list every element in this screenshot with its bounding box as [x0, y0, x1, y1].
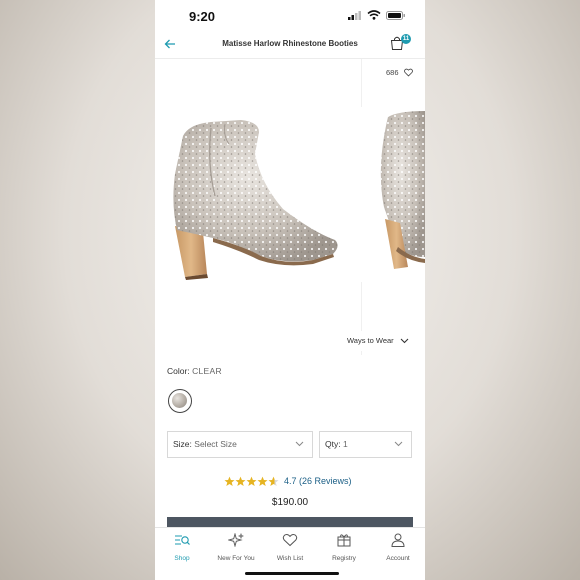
- star-rating-icon: [224, 476, 279, 486]
- gift-icon: [337, 534, 351, 547]
- color-selection-label: Color: CLEAR: [167, 366, 222, 376]
- tab-new-for-you[interactable]: New For You: [209, 532, 263, 562]
- swatch-fill: [172, 393, 187, 408]
- chevron-down-icon: [295, 441, 304, 447]
- bag-count-badge: 11: [401, 34, 411, 44]
- person-icon: [391, 533, 405, 547]
- tab-label: New For You: [217, 555, 255, 562]
- quantity-select[interactable]: Qty: 1: [319, 431, 412, 458]
- status-time: 9:20: [189, 9, 216, 24]
- color-swatch-clear[interactable]: [168, 389, 192, 413]
- favorites-count: 686: [386, 68, 399, 77]
- product-price: $190.00: [271, 497, 309, 508]
- tab-label: Account: [386, 555, 410, 562]
- signal-icon: [348, 11, 361, 20]
- product-image-boot: [173, 120, 338, 280]
- nav-header: Matisse Harlow Rhinestone Booties 11: [155, 32, 425, 59]
- page-title: Matisse Harlow Rhinestone Booties: [222, 39, 358, 48]
- tab-label: Registry: [332, 555, 356, 562]
- ways-to-wear-button[interactable]: Ways to Wear: [339, 331, 417, 351]
- ways-to-wear-label: Ways to Wear: [347, 336, 394, 345]
- color-value: CLEAR: [192, 366, 222, 376]
- quantity-select-value: 1: [342, 439, 348, 449]
- heart-icon: [282, 534, 298, 547]
- battery-icon: [386, 11, 405, 20]
- sparkle-icon: [227, 532, 245, 548]
- chevron-down-icon: [394, 441, 403, 447]
- tab-wish-list[interactable]: Wish List: [263, 533, 317, 562]
- color-label: Color:: [167, 366, 190, 376]
- app-screen: 9:20 Matisse Harlow Rhinestone Booties 1…: [155, 0, 425, 580]
- product-image-gallery[interactable]: 686 Ways to Wear: [155, 59, 425, 355]
- chevron-down-icon: [400, 338, 409, 344]
- tab-label: Wish List: [276, 555, 304, 562]
- shop-search-icon: [175, 535, 190, 545]
- tab-account[interactable]: Account: [371, 533, 425, 562]
- product-image-boot-alt: [358, 107, 425, 282]
- size-select[interactable]: Size: Select Size: [167, 431, 313, 458]
- tab-shop[interactable]: Shop: [155, 533, 209, 562]
- size-select-label: Size:: [173, 439, 192, 449]
- tab-registry[interactable]: Registry: [317, 533, 371, 562]
- back-arrow-icon[interactable]: [163, 37, 177, 51]
- status-bar: 9:20: [155, 0, 425, 32]
- home-indicator: [245, 572, 339, 575]
- size-select-value: Select Size: [194, 439, 237, 449]
- quantity-select-label: Qty:: [325, 439, 341, 449]
- rating-reviews-link[interactable]: 4.7 (26 Reviews): [284, 476, 352, 486]
- heart-icon[interactable]: [404, 68, 413, 77]
- tab-label: Shop: [174, 555, 190, 562]
- wifi-icon: [367, 10, 381, 20]
